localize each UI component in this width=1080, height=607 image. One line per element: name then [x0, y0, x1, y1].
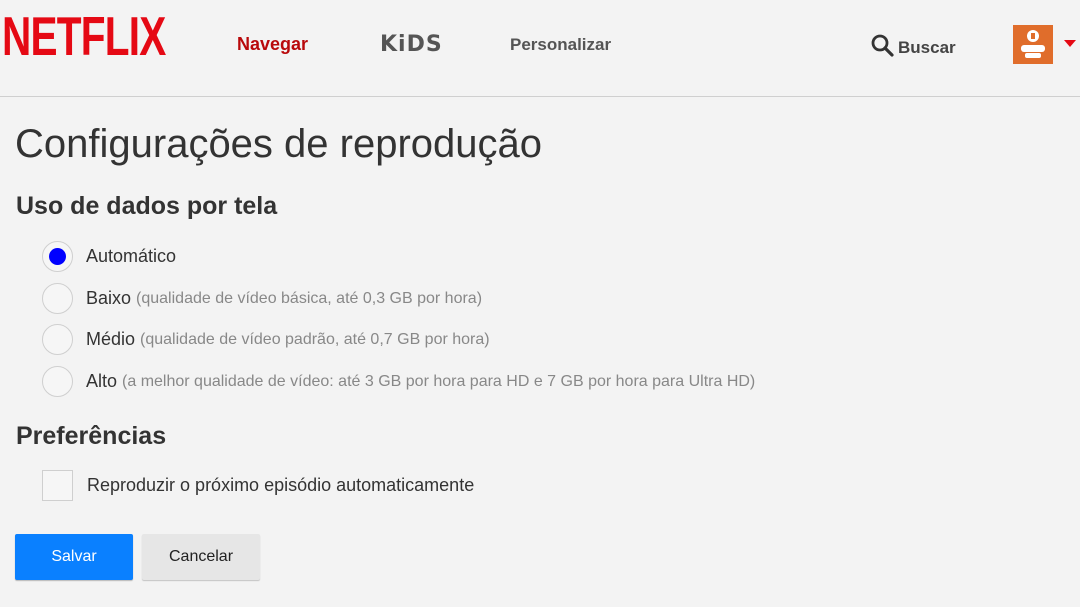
save-button[interactable]: Salvar	[15, 534, 133, 580]
radio-description: (qualidade de vídeo padrão, até 0,7 GB p…	[140, 330, 490, 348]
cancel-button[interactable]: Cancelar	[142, 534, 260, 580]
radio-label: Automático	[86, 246, 177, 266]
radio-button[interactable]	[42, 324, 73, 355]
radio-button[interactable]	[42, 283, 73, 314]
netflix-logo[interactable]: NETFLIX	[2, 10, 166, 65]
radio-selected-dot	[49, 248, 66, 265]
radio-button[interactable]	[42, 366, 73, 397]
search-label: Buscar	[898, 37, 956, 57]
nav-personalize-link[interactable]: Personalizar	[510, 35, 611, 55]
profile-avatar-icon[interactable]	[1013, 25, 1053, 64]
nav-browse-link[interactable]: Navegar	[237, 34, 308, 55]
radio-label: Baixo	[86, 288, 132, 308]
preferences-title: Preferências	[16, 422, 167, 450]
nav-kids-link[interactable]: KiDS	[380, 32, 443, 57]
search-button[interactable]: Buscar	[870, 33, 956, 62]
autoplay-checkbox[interactable]	[42, 470, 73, 501]
data-usage-title: Uso de dados por tela	[16, 192, 278, 220]
radio-description: (qualidade de vídeo básica, até 0,3 GB p…	[136, 289, 483, 307]
search-icon	[870, 33, 894, 62]
radio-label: Médio	[86, 329, 136, 349]
caret-down-icon[interactable]	[1064, 40, 1076, 47]
radio-option-auto[interactable]: Automático	[42, 241, 176, 272]
radio-option-medium[interactable]: Médio (qualidade de vídeo padrão, até 0,…	[42, 324, 490, 355]
top-header: NETFLIX Navegar KiDS Personalizar Buscar	[0, 0, 1080, 97]
radio-button[interactable]	[42, 241, 73, 272]
radio-label: Alto	[86, 371, 118, 391]
radio-option-low[interactable]: Baixo (qualidade de vídeo básica, até 0,…	[42, 283, 482, 314]
radio-option-high[interactable]: Alto (a melhor qualidade de vídeo: até 3…	[42, 366, 755, 397]
page-title: Configurações de reprodução	[15, 122, 543, 166]
autoplay-option[interactable]: Reproduzir o próximo episódio automatica…	[42, 470, 474, 501]
radio-description: (a melhor qualidade de vídeo: até 3 GB p…	[122, 372, 756, 390]
autoplay-label: Reproduzir o próximo episódio automatica…	[87, 475, 475, 495]
